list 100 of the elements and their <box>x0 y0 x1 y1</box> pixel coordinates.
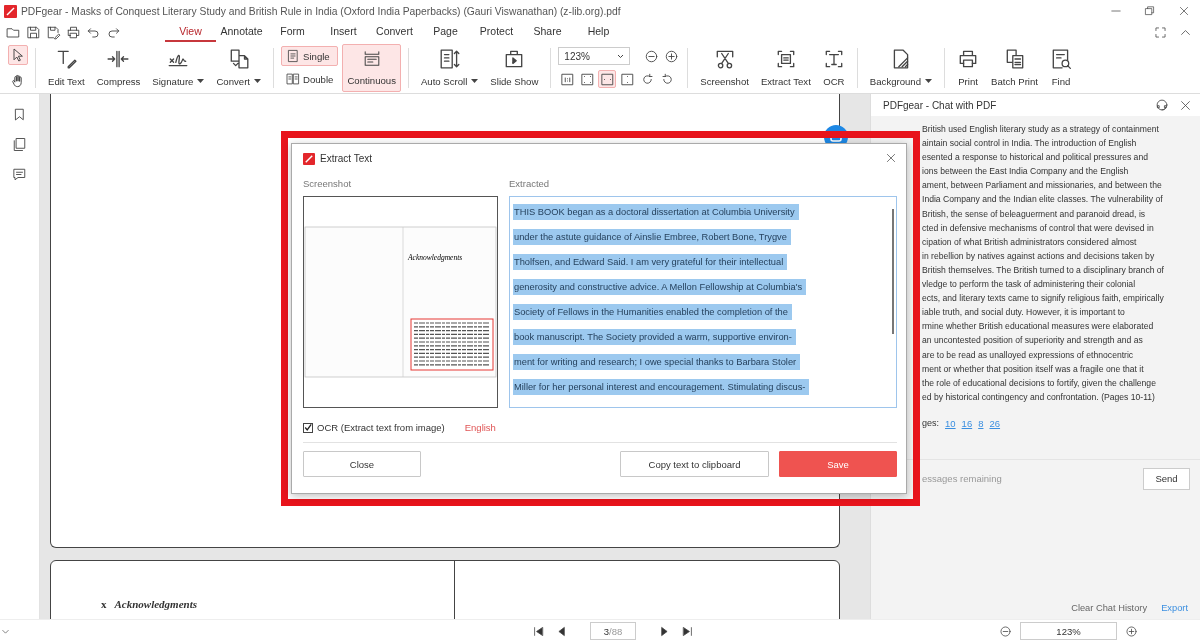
save-as-icon <box>46 24 61 40</box>
app-logo-icon <box>4 4 17 18</box>
zoom-in-icon <box>1125 624 1138 638</box>
ribbon-button[interactable]: Compress <box>91 44 146 91</box>
actual-size-icon <box>559 71 575 87</box>
printer-icon <box>66 24 81 40</box>
send-button[interactable]: Send <box>1143 467 1190 490</box>
caret-icon <box>471 79 479 83</box>
search-icon <box>1050 47 1072 70</box>
ribbon-button[interactable]: Print <box>952 44 985 91</box>
chat-answer-line: the role of educational decisions to fortify, given the challenge <box>922 376 1157 390</box>
ribbon-button[interactable]: Edit Text <box>43 44 90 91</box>
chat-answer-line: in rebellion by natives against actions and decisions taken by <box>922 249 1156 263</box>
cursor-icon <box>10 46 26 63</box>
support-icon <box>1155 98 1169 112</box>
zoom-out-icon <box>643 48 659 64</box>
menu-tab[interactable]: Help <box>573 22 624 42</box>
chat-answer-line: are to be read as unalloyed expressions of ethnocentric <box>922 348 1135 362</box>
zoom-dropdown[interactable]: 123% <box>558 47 631 65</box>
chat-answer-line: esented a response to historical and political pressures and <box>922 151 1149 165</box>
view-mode-button[interactable]: Continuous <box>342 43 401 92</box>
comment-icon <box>12 167 27 182</box>
ocr-checkbox[interactable] <box>303 422 313 433</box>
extracted-text-field[interactable] <box>509 196 897 408</box>
ocr-label[interactable]: OCR (Extract text from image) <box>317 422 445 433</box>
app-logo-icon <box>303 152 315 165</box>
chat-answer-line: ions between the East India Company and the English <box>922 165 1130 179</box>
panel-title: PDFgear - Chat with PDF <box>883 99 997 111</box>
zoom-field[interactable]: 123% <box>1020 622 1117 640</box>
save-icon <box>26 24 41 40</box>
menu-tab[interactable]: Insert <box>318 22 369 42</box>
ribbon-button[interactable]: Slide Show <box>485 44 544 91</box>
menu-tab[interactable]: Convert <box>369 22 420 42</box>
previous-page-icon <box>555 624 568 638</box>
page-number-field[interactable]: 3/88 <box>590 622 636 640</box>
dialog-title: Extract Text <box>320 153 373 164</box>
fit-page-icon <box>579 71 595 87</box>
chat-answer-line: British used English literary study as a strategy of containment <box>922 123 1160 136</box>
dialog-button[interactable]: Copy text to clipboard <box>620 451 769 477</box>
ribbon-button[interactable]: Signature <box>147 44 210 91</box>
chat-answer-line: ects, and literary texts came to signify religious faith, empirically <box>922 292 1165 306</box>
menu-tab[interactable]: View <box>165 22 216 42</box>
close-icon <box>1178 5 1190 17</box>
caret-icon <box>197 79 205 83</box>
messages-remaining: essages remaining <box>922 473 1002 485</box>
select-tool[interactable] <box>8 44 28 65</box>
menu-tab[interactable]: Page <box>420 22 471 42</box>
extracted-label: Extracted <box>509 178 551 189</box>
chat-answer-line: cipation of what British administrators considered almost <box>922 235 1138 249</box>
chat-answer-line: ment or whether that position itself was a fragile one that it <box>922 362 1145 376</box>
chat-answer-line: British themselves. The British turned to a disciplinary branch of <box>922 263 1165 277</box>
fit-width-icon <box>599 71 615 87</box>
page-count: /88 <box>609 625 623 637</box>
pages-icon <box>12 137 27 152</box>
chat-answer-line: an uncontested position of superiority and strength and as <box>922 334 1144 348</box>
first-page-icon <box>532 624 545 638</box>
screenshot-label: Screenshot <box>303 178 353 189</box>
chat-answer-line: ed by historical contingency and confrontation. (Pages 10-11) <box>922 390 1156 404</box>
menu-tab[interactable]: Form <box>267 22 318 42</box>
dialog-button[interactable]: Close <box>303 451 421 477</box>
menu-tab[interactable]: Protect <box>471 22 522 42</box>
pages-label: ges: <box>922 418 939 429</box>
bookmark-icon <box>12 107 27 122</box>
zoom-in-icon <box>663 48 679 64</box>
next-page-icon <box>658 624 671 638</box>
menu-tab[interactable]: Share <box>522 22 573 42</box>
page-heading: Acknowledgments <box>114 598 197 610</box>
chat-answer-line: British, the sense of beleaguerment and paranoid dread, is <box>922 207 1147 221</box>
zoom-out-icon <box>999 624 1012 638</box>
view-mode-button[interactable]: Single <box>281 46 339 66</box>
close-icon <box>885 151 897 164</box>
rotate-icon <box>659 71 675 87</box>
chat-answer-line: ament, between Parliament and missionaries, and between the <box>922 179 1163 193</box>
close-icon <box>1179 98 1192 112</box>
restore-icon <box>1144 5 1156 17</box>
chat-answer-line: India Company and the Indian elite classes. The vulnerability of <box>922 193 1164 207</box>
scrollbar[interactable] <box>892 209 894 334</box>
ribbon-button[interactable]: Extract Text <box>755 44 816 91</box>
language-link[interactable]: English <box>464 422 496 433</box>
ribbon-button[interactable]: Auto Scroll <box>415 44 484 91</box>
fit-height-icon <box>619 71 635 87</box>
ribbon-button[interactable]: Batch Print <box>986 44 1043 91</box>
ribbon-button[interactable]: Convert <box>211 44 266 91</box>
ribbon-button[interactable]: OCR <box>817 44 850 91</box>
chat-answer-line: vledge to perform the task of administering their colonial <box>922 278 1137 292</box>
chat-answer-line: rmine whether British educational measures were elaborated <box>922 320 1155 334</box>
chevron-down-icon <box>617 53 625 59</box>
page-folio: x <box>101 598 107 610</box>
menu-tab[interactable]: Annotate <box>216 22 267 42</box>
ribbon-button[interactable]: Background <box>864 44 938 91</box>
ribbon-button[interactable]: Screenshot <box>695 44 754 91</box>
window-title: PDFgear - Masks of Conquest Literary Study and British Rule in India (Oxford India Paperbacks) (Gauri Viswanathan) (z-lib.org).pdf <box>21 5 621 17</box>
caret-icon <box>925 79 933 83</box>
single-page-icon <box>286 49 300 63</box>
view-mode-button[interactable]: Double <box>281 69 339 89</box>
clear-history-link[interactable]: Clear Chat History <box>1071 603 1148 613</box>
last-page-icon <box>681 624 694 638</box>
zoom-tool-button[interactable] <box>598 70 617 88</box>
scroll-icon <box>438 47 461 70</box>
ribbon-button[interactable]: Find <box>1045 44 1077 91</box>
